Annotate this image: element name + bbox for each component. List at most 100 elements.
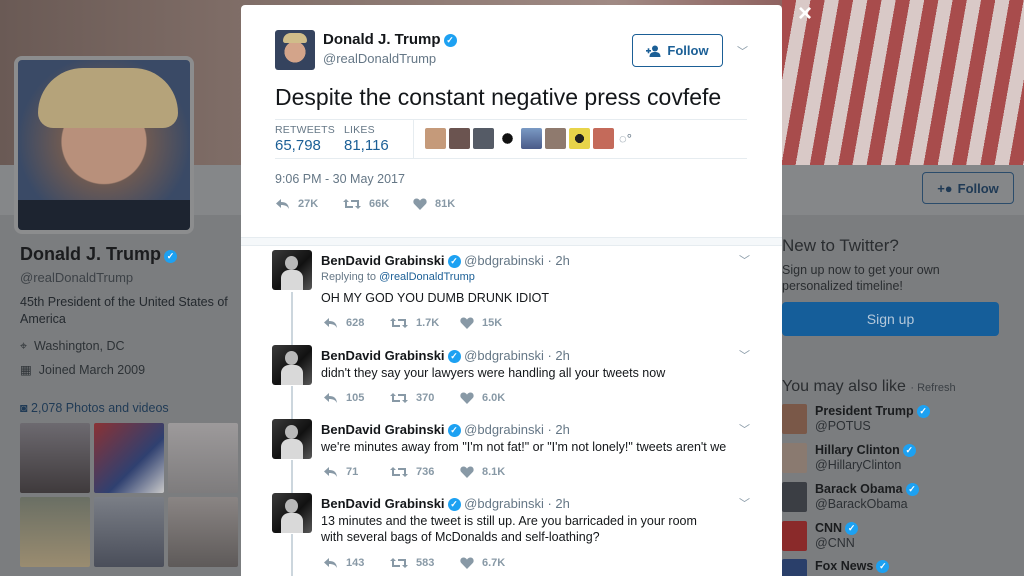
replying-to: Replying to @realDonaldTrump [321,271,475,283]
suggestion-name: CNN ✓ [815,521,859,535]
retweets-stat[interactable]: RETWEETS 65,798 [275,124,335,154]
reply-button[interactable]: 27K [275,198,343,210]
chevron-down-icon[interactable]: ﹀ [739,495,750,511]
liker-avatar[interactable] [473,128,494,149]
media-thumbnail[interactable] [20,423,90,493]
reply-icon [276,199,289,209]
reply-button[interactable]: 105 [323,392,390,404]
reply-button[interactable]: 71 [323,466,390,478]
verified-icon: ✓ [905,483,919,496]
like-button[interactable]: 81K [413,198,455,210]
suggestion-item[interactable]: President Trump ✓ @POTUS [782,404,1024,440]
chevron-down-icon[interactable]: ﹀ [739,347,750,363]
author-name[interactable]: Donald J. Trump ✓ [323,31,457,48]
profile-joined: ▦ Joined March 2009 [20,363,146,377]
thread-line [291,460,293,496]
profile-follow-button[interactable]: +● Follow [922,172,1014,204]
heart-icon [460,466,474,478]
verified-icon: ✓ [164,250,178,263]
retweet-button[interactable]: 583 [390,557,460,569]
close-icon[interactable]: × [793,2,817,26]
liker-avatar[interactable] [449,128,470,149]
likes-stat[interactable]: LIKES 81,116 [344,124,389,154]
replying-to-link[interactable]: @realDonaldTrump [379,271,475,283]
verified-icon: ✓ [447,424,461,437]
suggestion-handle: @BarackObama [815,497,908,511]
media-thumbnail[interactable] [168,423,238,493]
calendar-icon: ▦ [20,363,32,377]
verified-icon: ✓ [447,498,461,511]
suggestion-item[interactable]: Barack Obama ✓ @BarackObama [782,482,1024,518]
profile-handle: @realDonaldTrump [20,270,134,285]
retweet-icon [390,393,408,403]
suggestion-item[interactable]: CNN ✓ @CNN [782,521,1024,557]
liker-avatar[interactable] [497,128,518,149]
like-button[interactable]: 6.7K [460,557,505,569]
suggestion-avatar [782,443,807,473]
liker-avatar[interactable] [545,128,566,149]
reply-avatar[interactable] [272,250,312,290]
reply-author[interactable]: BenDavid Grabinski ✓ @bdgrabinski · 2h [321,422,570,437]
photos-videos-link[interactable]: ◙ 2,078 Photos and videos [20,401,169,415]
verified-icon: ✓ [902,444,916,457]
signup-description: Sign up now to get your own personalized… [782,263,940,293]
reply-author[interactable]: BenDavid Grabinski ✓ @bdgrabinski · 2h [321,348,570,363]
thread-line [291,534,293,576]
media-thumbnail[interactable] [94,423,164,493]
liker-avatar[interactable] [425,128,446,149]
reply-text: didn't they say your lawyers were handli… [321,366,666,380]
profile-bio: 45th President of the United States of A… [20,295,228,326]
more-likers-icon[interactable]: ◌° [619,131,632,146]
liker-avatar[interactable] [593,128,614,149]
reply-icon [324,393,337,403]
reply-button[interactable]: 143 [323,557,390,569]
media-thumbnails [20,423,242,567]
suggestion-name: Hillary Clinton ✓ [815,443,916,457]
like-button[interactable]: 8.1K [460,466,505,478]
suggestion-item[interactable]: Fox News ✓ [782,559,1024,576]
chevron-down-icon[interactable]: ﹀ [739,252,750,268]
author-handle[interactable]: @realDonaldTrump [323,51,436,66]
retweet-button[interactable]: 736 [390,466,460,478]
signup-button[interactable]: Sign up [782,302,999,336]
reply-avatar[interactable] [272,419,312,459]
retweet-icon [343,199,361,209]
reply-icon [324,318,337,328]
follow-button[interactable]: Follow [632,34,723,67]
media-thumbnail[interactable] [94,497,164,567]
retweet-button[interactable]: 1.7K [390,317,460,329]
reply-button[interactable]: 628 [323,317,390,329]
reply-text: OH MY GOD YOU DUMB DRUNK IDIOT [321,291,550,305]
reply-avatar[interactable] [272,493,312,533]
retweet-button[interactable]: 370 [390,392,460,404]
verified-icon: ✓ [443,34,457,47]
retweet-button[interactable]: 66K [343,198,413,210]
new-to-twitter-heading: New to Twitter? [782,236,899,255]
media-thumbnail[interactable] [168,497,238,567]
reply-icon [324,467,337,477]
like-button[interactable]: 6.0K [460,392,505,404]
chevron-down-icon[interactable]: ﹀ [739,421,750,437]
heart-icon [460,557,474,569]
profile-avatar[interactable] [14,56,194,234]
reply-avatar[interactable] [272,345,312,385]
reply-author[interactable]: BenDavid Grabinski ✓ @bdgrabinski · 2h [321,253,570,268]
author-avatar[interactable] [275,30,315,70]
chevron-down-icon[interactable]: ﹀ [737,43,748,59]
replies-separator [241,237,782,246]
liker-avatar[interactable] [521,128,542,149]
verified-icon: ✓ [447,255,461,268]
stats-divider [413,120,414,158]
location-pin-icon: ⌖ [20,339,28,353]
liker-avatar[interactable] [569,128,590,149]
like-button[interactable]: 15K [460,317,502,329]
media-thumbnail[interactable] [20,497,90,567]
reply-author[interactable]: BenDavid Grabinski ✓ @bdgrabinski · 2h [321,496,570,511]
likes-value: 81,116 [344,137,389,154]
verified-icon: ✓ [447,350,461,363]
refresh-link[interactable]: · Refresh [910,382,955,394]
suggestion-item[interactable]: Hillary Clinton ✓ @HillaryClinton [782,443,1024,479]
retweet-icon [390,318,408,328]
tweet-timestamp[interactable]: 9:06 PM - 30 May 2017 [275,172,405,186]
likes-label: LIKES [344,124,375,136]
